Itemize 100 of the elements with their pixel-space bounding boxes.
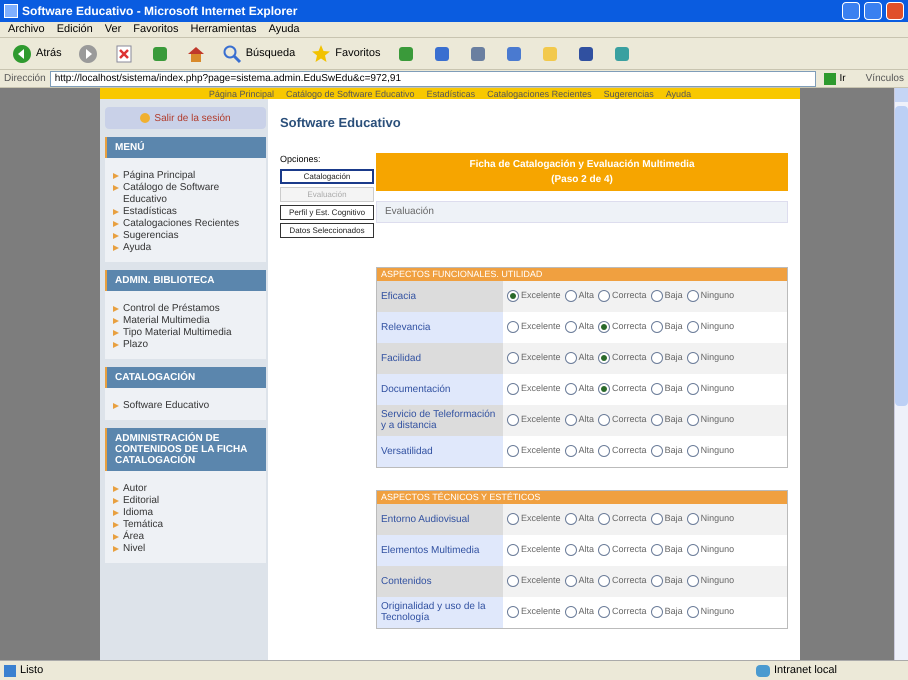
menu-item[interactable]: Ver [104,21,122,38]
radio-button[interactable] [598,290,610,302]
toolbar-button[interactable]: Atrás [8,40,66,66]
sidebar-link[interactable]: Autor [123,483,147,495]
radio-button[interactable] [564,321,577,333]
sidebar-link[interactable]: Software Educativo [123,400,210,412]
radio-button[interactable] [598,445,610,457]
nav-link[interactable]: Catálogo de Software Educativo [286,88,415,98]
radio-button[interactable] [650,575,663,587]
bullet-icon [113,498,119,504]
nav-link[interactable]: Página Principal [208,88,274,98]
radio-button[interactable] [507,414,519,426]
sidebar-link[interactable]: Tipo Material Multimedia [123,327,232,339]
radio-button[interactable] [507,544,519,556]
radio-button[interactable] [650,414,663,426]
menu-item[interactable]: Herramientas [190,21,257,38]
menu-item[interactable]: Archivo [8,21,45,38]
radio-button[interactable] [650,513,663,525]
close-button[interactable] [886,2,904,20]
radio-button[interactable] [686,352,699,364]
sidebar-link[interactable]: Estadísticas [123,206,177,218]
nav-link[interactable]: Estadísticas [426,88,476,98]
radio-button[interactable] [564,290,577,302]
radio-button[interactable] [650,445,663,457]
radio-button[interactable] [686,383,699,395]
radio-button[interactable] [564,575,577,587]
sidebar-link[interactable]: Área [123,531,144,543]
radio-button[interactable] [686,414,699,426]
radio-button[interactable] [598,414,610,426]
radio-button[interactable] [598,606,610,618]
nav-link[interactable]: Catalogaciones Recientes [487,88,592,98]
scrollbar[interactable] [894,88,908,660]
radio-button[interactable] [507,290,519,302]
sidebar-link[interactable]: Editorial [123,495,160,507]
radio-button[interactable] [598,383,610,395]
radio-button[interactable] [686,575,699,587]
zone-label: Intranet local [774,663,838,678]
radio-button[interactable] [598,321,610,333]
sidebar-link[interactable]: Temática [123,519,164,531]
address-field[interactable]: http://localhost/sistema/index.php?page=sistema.admin.EduSwEdu&c=972,91 [50,70,816,86]
radio-button[interactable] [598,352,610,364]
radio-button[interactable] [650,290,663,302]
menu-item[interactable]: Edición [56,21,93,38]
radio-button[interactable] [507,383,519,395]
radio-button[interactable] [564,513,577,525]
radio-button[interactable] [650,383,663,395]
radio-button[interactable] [564,414,577,426]
radio-button[interactable] [650,544,663,556]
menu-item[interactable]: Ayuda [268,21,300,38]
radio-button[interactable] [507,321,519,333]
radio-button[interactable] [686,606,699,618]
radio-button[interactable] [598,544,610,556]
sidebar-link[interactable]: Control de Préstamos [123,303,220,315]
radio-button[interactable] [564,544,577,556]
radio-button[interactable] [564,445,577,457]
radio-button[interactable] [686,544,699,556]
menu-item[interactable]: Favoritos [133,21,179,38]
sidebar-link[interactable]: Nivel [123,543,146,555]
sidebar-link[interactable]: Plazo [123,339,148,351]
sidebar-link[interactable]: Sugerencias [123,230,179,242]
nav-link[interactable]: Ayuda [666,88,692,98]
radio-button[interactable] [686,290,699,302]
option-label: Correcta [612,512,647,526]
sidebar-link[interactable]: Material Multimedia [123,315,210,327]
option-label: Baja [664,574,683,588]
radio-button[interactable] [598,513,610,525]
form-title: Ficha de Catalogación y Evaluación Multimedia [469,158,695,172]
go-button[interactable]: Ir [820,71,850,86]
radio-button[interactable] [564,383,577,395]
radio-button[interactable] [686,321,699,333]
section-bar: Evaluación [376,200,788,222]
option-button[interactable]: Perfil y Est. Cognitivo [280,205,374,220]
radio-button[interactable] [650,321,663,333]
radio-button[interactable] [564,352,577,364]
radio-button[interactable] [507,352,519,364]
radio-button[interactable] [507,575,519,587]
radio-button[interactable] [650,352,663,364]
radio-button[interactable] [598,575,610,587]
minimize-button[interactable] [842,2,860,20]
sidebar-link[interactable]: Ayuda [123,242,152,254]
radio-button[interactable] [507,513,519,525]
options-label: Opciones: [280,152,322,166]
logout-button[interactable]: Salir de la sesión [105,107,266,129]
radio-button[interactable] [686,513,699,525]
radio-button[interactable] [650,606,663,618]
toolbar-button[interactable]: Búsqueda [218,40,300,66]
maximize-button[interactable] [864,2,882,20]
nav-link[interactable]: Sugerencias [604,88,654,98]
bullet-icon [113,173,119,179]
sidebar-link[interactable]: Catalogaciones Recientes [123,218,240,230]
option-button[interactable]: Catalogación [280,169,374,184]
radio-button[interactable] [507,606,519,618]
option-button[interactable]: Datos Seleccionados [280,223,374,238]
sidebar-link[interactable]: Catálogo de Software Educativo [123,182,258,206]
radio-button[interactable] [507,445,519,457]
radio-button[interactable] [686,445,699,457]
sidebar-link[interactable]: Página Principal [123,170,196,182]
toolbar-button[interactable]: Favoritos [307,40,384,66]
sidebar-link[interactable]: Idioma [123,507,154,519]
radio-button[interactable] [564,606,577,618]
